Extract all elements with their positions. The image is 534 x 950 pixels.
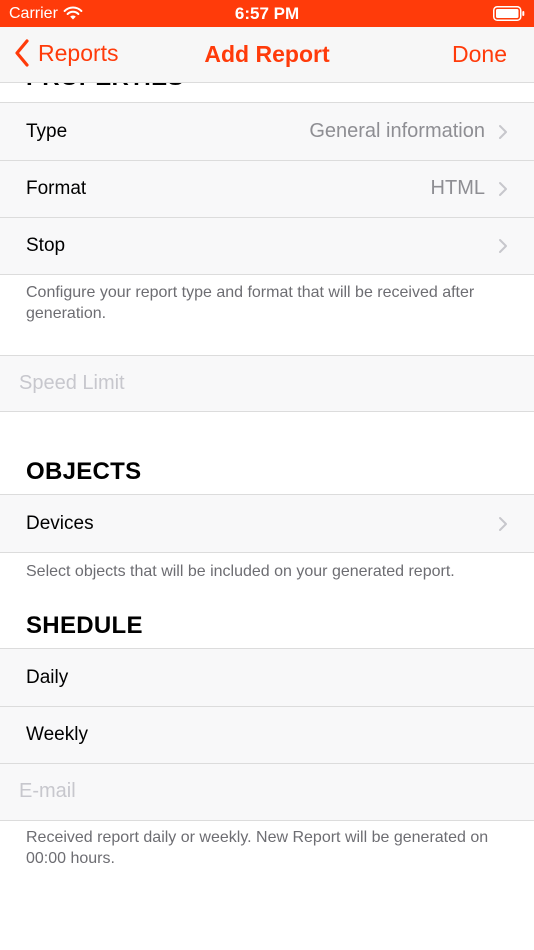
properties-footer: Configure your report type and format th…: [26, 284, 475, 322]
type-row[interactable]: Type General information: [0, 103, 534, 160]
speed-limit-input[interactable]: [19, 356, 514, 411]
stop-label: Stop: [26, 234, 66, 256]
back-button-label: Reports: [38, 39, 119, 66]
objects-footer: Select objects that will be included on …: [26, 563, 455, 580]
type-label: Type: [26, 120, 68, 142]
back-button[interactable]: Reports: [14, 39, 119, 67]
form-content[interactable]: PROPERTIES Type General information Form…: [0, 83, 534, 950]
screen: Carrier 6:57 PM Reports Add Report Done …: [0, 0, 534, 950]
daily-row[interactable]: Daily: [0, 649, 534, 706]
schedule-group: Daily Weekly: [0, 648, 534, 821]
status-time: 6:57 PM: [234, 4, 300, 23]
objects-group: Devices: [0, 494, 534, 553]
section-header-objects: OBJECTS: [26, 458, 142, 485]
devices-row[interactable]: Devices: [0, 495, 534, 552]
schedule-footer: Received report daily or weekly. New Rep…: [26, 829, 489, 867]
chevron-right-icon: [499, 238, 507, 253]
speed-limit-row: [0, 355, 534, 412]
navigation-bar: Reports Add Report Done: [0, 27, 534, 83]
chevron-right-icon: [499, 124, 507, 139]
chevron-right-icon: [499, 516, 507, 531]
section-header-schedule: SHEDULE: [26, 612, 143, 639]
daily-label: Daily: [26, 666, 69, 688]
type-value: General information: [309, 120, 485, 142]
chevron-right-icon: [499, 181, 507, 196]
weekly-label: Weekly: [26, 723, 88, 745]
email-input[interactable]: [19, 763, 514, 819]
format-value: HTML: [430, 177, 485, 199]
format-label: Format: [26, 177, 87, 199]
properties-group: Type General information Format HTML Sto…: [0, 102, 534, 275]
done-button[interactable]: Done: [452, 41, 507, 68]
devices-label: Devices: [26, 512, 94, 534]
section-header-properties: PROPERTIES: [26, 83, 184, 92]
email-row: [0, 763, 534, 820]
battery-icon: [493, 6, 525, 21]
weekly-row[interactable]: Weekly: [0, 706, 534, 763]
stop-row[interactable]: Stop: [0, 217, 534, 274]
status-bar: Carrier 6:57 PM: [0, 0, 534, 27]
chevron-left-icon: [15, 39, 29, 67]
format-row[interactable]: Format HTML: [0, 160, 534, 217]
